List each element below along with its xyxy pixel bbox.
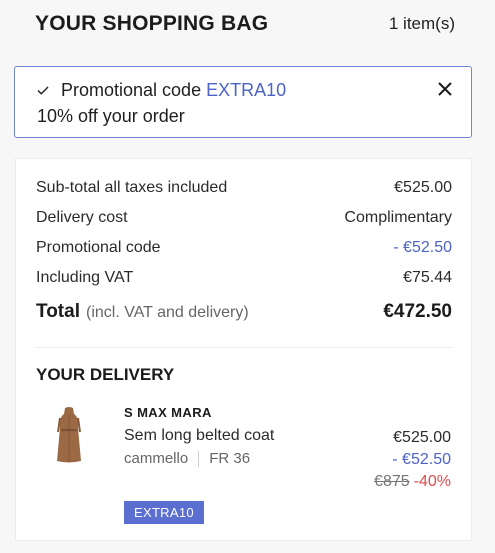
- bag-header: YOUR SHOPPING BAG 1 item(s): [35, 8, 455, 40]
- product-brand: S MAX MARA: [124, 405, 212, 420]
- summary-value: Complimentary: [344, 209, 452, 226]
- summary-value: €525.00: [394, 179, 452, 196]
- summary-row-promo: Promotional code - €52.50: [36, 239, 452, 269]
- summary-list: Sub-total all taxes included €525.00 Del…: [36, 179, 452, 323]
- promo-description: 10% off your order: [37, 106, 185, 126]
- product-prices: €525.00 - €52.50 €875 -40%: [331, 429, 451, 491]
- total-value: €472.50: [383, 301, 452, 322]
- summary-row-subtotal: Sub-total all taxes included €525.00: [36, 179, 452, 209]
- product-original-price: €875: [374, 473, 410, 490]
- summary-total-row: Total (incl. VAT and delivery) €472.50: [36, 301, 452, 323]
- product-meta: cammello FR 36: [124, 450, 364, 467]
- product-color: cammello: [124, 450, 189, 467]
- summary-value: - €52.50: [393, 239, 452, 256]
- summary-label: Promotional code: [36, 239, 161, 256]
- product-discount: - €52.50: [392, 451, 451, 468]
- promo-prefix: Promotional code: [61, 80, 202, 100]
- promo-tag: EXTRA10: [124, 501, 204, 524]
- delivery-title: YOUR DELIVERY: [36, 365, 175, 384]
- page-title: YOUR SHOPPING BAG: [35, 12, 269, 35]
- total-note: (incl. VAT and delivery): [85, 304, 249, 321]
- close-icon[interactable]: [437, 81, 453, 97]
- product-name[interactable]: Sem long belted coat: [124, 427, 364, 445]
- check-icon: [37, 86, 49, 95]
- total-label: Total: [36, 301, 80, 322]
- summary-label: Including VAT: [36, 269, 134, 286]
- product-info: S MAX MARA Sem long belted coat cammello…: [124, 405, 364, 467]
- product-price: €525.00: [393, 429, 451, 446]
- product-size: FR 36: [209, 450, 251, 467]
- summary-row-delivery: Delivery cost Complimentary: [36, 209, 452, 239]
- promo-code-value: EXTRA10: [206, 80, 287, 100]
- product-discount-percent: -40%: [413, 473, 451, 490]
- summary-label: Sub-total all taxes included: [36, 179, 228, 196]
- item-count: 1 item(s): [388, 14, 455, 33]
- summary-divider: [36, 347, 452, 348]
- summary-label: Delivery cost: [36, 209, 128, 226]
- meta-divider: [198, 450, 200, 467]
- promo-line: Promotional code EXTRA10: [37, 78, 449, 102]
- promo-banner: Promotional code EXTRA10 10% off your or…: [14, 66, 472, 138]
- summary-value: €75.44: [403, 269, 452, 286]
- order-summary-card: Sub-total all taxes included €525.00 Del…: [15, 158, 472, 541]
- product-original-price-line: €875 -40%: [331, 473, 451, 491]
- coat-image[interactable]: [54, 406, 84, 464]
- summary-row-vat: Including VAT €75.44: [36, 269, 452, 299]
